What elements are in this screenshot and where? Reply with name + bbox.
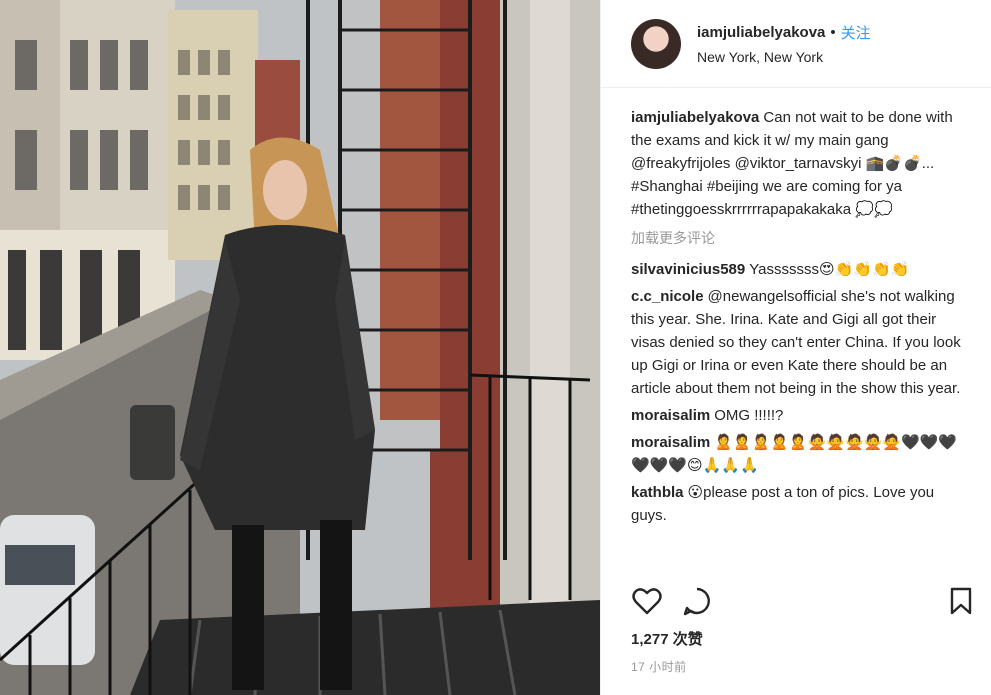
- follow-button[interactable]: 关注: [841, 22, 871, 43]
- comment-item: kathbla 😮please post a ton of pics. Love …: [631, 481, 969, 527]
- comment-item: moraisalim OMG !!!!!?: [631, 404, 969, 427]
- load-more-comments-link[interactable]: 加载更多评论: [631, 227, 969, 250]
- comment-text: Yasssssss😍👏👏👏👏: [749, 261, 910, 278]
- like-button[interactable]: [631, 585, 663, 617]
- heart-icon: [632, 588, 662, 615]
- post-location[interactable]: New York, New York: [697, 49, 871, 65]
- comment-username[interactable]: c.c_nicole: [631, 288, 704, 305]
- action-bar: [631, 583, 977, 619]
- comment-item: c.c_nicole @newangelsofficial she's not w…: [631, 285, 969, 400]
- comment-username[interactable]: moraisalim: [631, 407, 710, 424]
- post-photo[interactable]: [0, 0, 600, 695]
- save-button[interactable]: [945, 585, 977, 617]
- post-sidebar: iamjuliabelyakova • 关注 New York, New Yor…: [600, 0, 991, 695]
- header-username[interactable]: iamjuliabelyakova: [697, 24, 825, 41]
- bookmark-icon: [950, 587, 972, 615]
- comment-bubble-icon: [683, 587, 710, 616]
- comment-username[interactable]: kathbla: [631, 484, 684, 501]
- header-text: iamjuliabelyakova • 关注 New York, New Yor…: [697, 22, 871, 65]
- likes-count[interactable]: 1,277 次赞: [631, 628, 703, 649]
- header-separator: •: [830, 24, 836, 41]
- comment-text: OMG !!!!!?: [714, 407, 784, 424]
- comment-username[interactable]: moraisalim: [631, 434, 710, 451]
- street-balcony-photo: [0, 0, 600, 695]
- caption-username[interactable]: iamjuliabelyakova: [631, 109, 759, 126]
- comment-item: silvavinicius589 Yasssssss😍👏👏👏👏: [631, 258, 969, 281]
- post-timestamp[interactable]: 17 小时前: [631, 658, 687, 675]
- comments-section: iamjuliabelyakova Can not wait to be done…: [601, 88, 991, 527]
- avatar[interactable]: [631, 18, 681, 69]
- header-line: iamjuliabelyakova • 关注: [697, 22, 871, 43]
- comment-item: moraisalim 🙎🙎🙎🙎🙎🙅🙅🙅🙅🙅🖤🖤🖤🖤🖤🖤😊🙏🙏🙏: [631, 431, 969, 477]
- comment-username[interactable]: silvavinicius589: [631, 261, 745, 278]
- comment-button[interactable]: [681, 585, 713, 617]
- post-header: iamjuliabelyakova • 关注 New York, New Yor…: [601, 0, 991, 88]
- instagram-post: iamjuliabelyakova • 关注 New York, New Yor…: [0, 0, 991, 695]
- caption: iamjuliabelyakova Can not wait to be done…: [631, 106, 969, 221]
